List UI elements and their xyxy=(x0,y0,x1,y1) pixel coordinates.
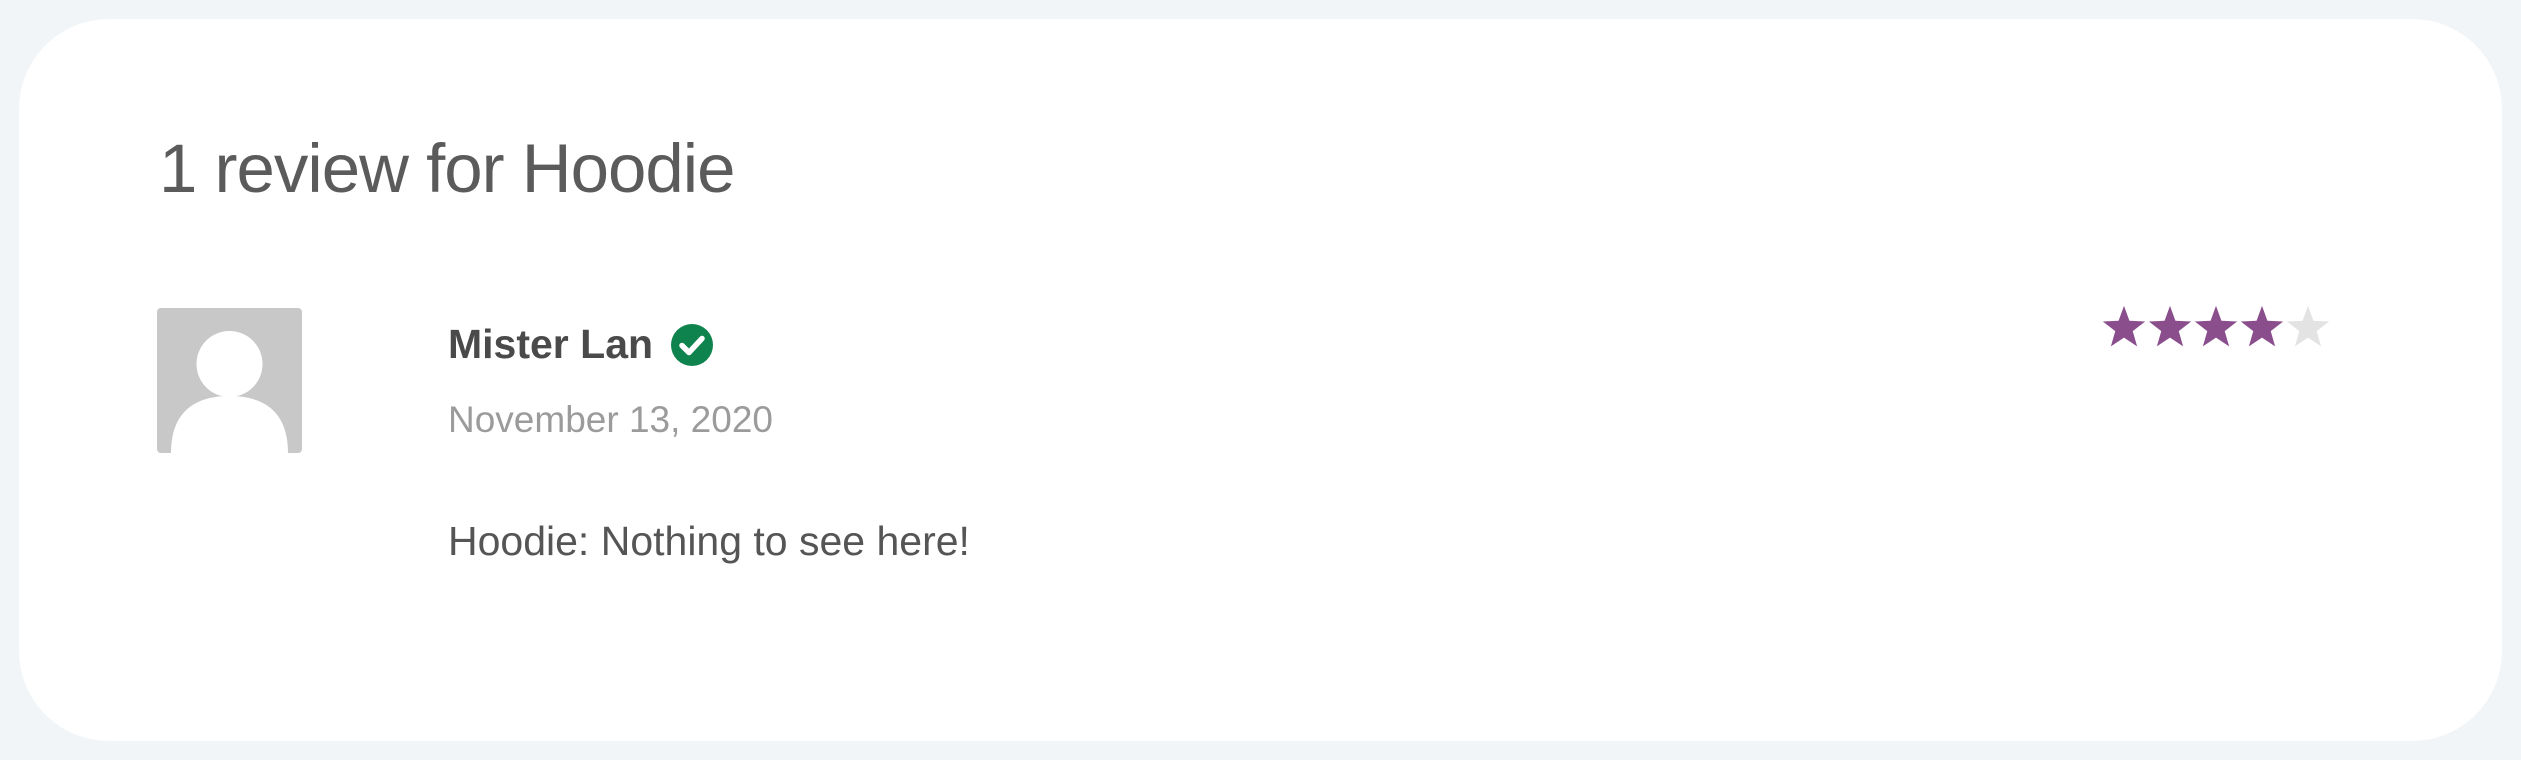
star-rating xyxy=(2101,304,2331,350)
review-text: Hoodie: Nothing to see here! xyxy=(448,518,970,564)
reviews-card: 1 review for Hoodie Mister Lan November … xyxy=(19,19,2502,741)
review-date: November 13, 2020 xyxy=(448,399,773,440)
star-filled-icon xyxy=(2102,305,2146,347)
review-meta: Mister Lan xyxy=(448,321,714,368)
star-filled-icon xyxy=(2194,305,2238,347)
verified-check-icon xyxy=(671,323,714,366)
review-author: Mister Lan xyxy=(448,321,654,367)
star-empty-icon xyxy=(2286,305,2330,347)
star-filled-icon xyxy=(2240,305,2284,347)
reviews-heading: 1 review for Hoodie xyxy=(159,130,735,207)
default-avatar-icon xyxy=(171,331,288,453)
star-filled-icon xyxy=(2148,305,2192,347)
avatar xyxy=(157,308,302,453)
